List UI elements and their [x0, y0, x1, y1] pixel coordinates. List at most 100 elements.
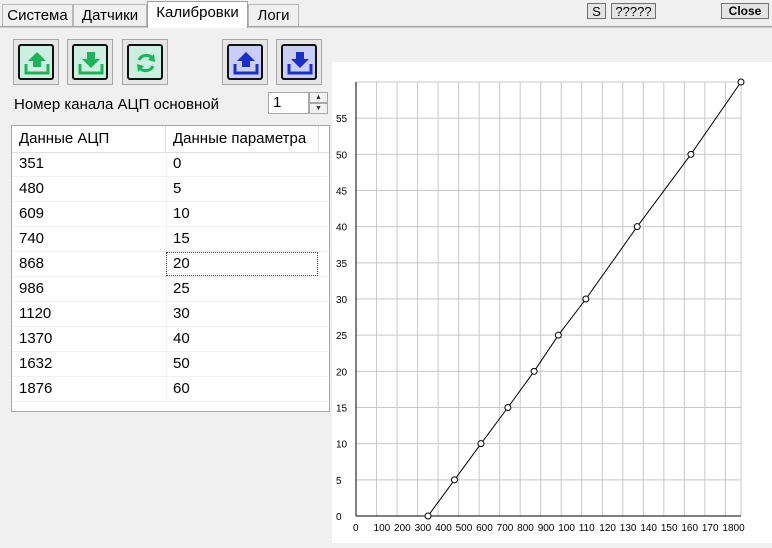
cell-adc[interactable]: 480 — [19, 177, 44, 201]
data-point — [633, 223, 641, 231]
y-tick-label: 50 — [336, 150, 348, 161]
y-tick-label: 35 — [336, 259, 348, 270]
tab-calibrations[interactable]: Калибровки — [147, 1, 248, 28]
data-point — [504, 404, 512, 411]
tab-sensors[interactable]: Датчики — [73, 4, 147, 26]
x-tick-label: 170 — [702, 523, 719, 534]
cell-adc[interactable]: 609 — [19, 202, 44, 226]
x-tick-label: 900 — [538, 523, 555, 534]
table-row[interactable]: 1876 60 — [12, 377, 329, 402]
cell-parameter[interactable]: 50 — [173, 352, 190, 376]
cell-parameter[interactable]: 40 — [173, 327, 190, 351]
y-tick-label: 40 — [336, 223, 348, 234]
x-tick-label: 100 — [558, 523, 575, 534]
column-divider — [166, 302, 167, 327]
download-icon — [72, 44, 108, 80]
tab-logs[interactable]: Логи — [248, 4, 299, 26]
close-button[interactable]: Close — [721, 3, 769, 19]
column-header-adc[interactable]: Данные АЦП — [12, 126, 166, 152]
column-divider — [166, 177, 167, 202]
column-divider — [166, 327, 167, 352]
table-row[interactable]: 480 5 — [12, 177, 329, 202]
x-tick-label: 800 — [517, 523, 534, 534]
cell-parameter[interactable]: 30 — [173, 302, 190, 326]
table-row[interactable]: 868 20 — [12, 252, 329, 277]
column-divider — [166, 352, 167, 377]
x-tick-label: 120 — [599, 523, 616, 534]
x-tick-label: 110 — [579, 523, 595, 534]
download-button-2[interactable] — [276, 39, 322, 85]
upload-button-1[interactable] — [13, 39, 59, 85]
question-button[interactable]: ????? — [611, 3, 656, 19]
cell-adc[interactable]: 868 — [19, 252, 44, 276]
cell-adc[interactable]: 1370 — [19, 327, 52, 351]
chart-svg: 05101520253035404550550 100 200 300 400 500 60… — [336, 78, 745, 534]
upload-icon — [18, 44, 54, 80]
cell-parameter[interactable]: 10 — [173, 202, 190, 226]
cell-parameter[interactable]: 0 — [173, 152, 181, 176]
column-header-parameter[interactable]: Данные параметра — [167, 126, 319, 152]
calibration-panel: Номер канала АЦП основной 1 ▲ ▼ Данные А… — [0, 27, 772, 543]
x-tick-label: 200 — [394, 523, 411, 534]
cell-adc[interactable]: 986 — [19, 277, 44, 301]
y-tick-label: 0 — [336, 512, 342, 523]
column-divider — [166, 152, 167, 177]
x-tick-label: 600 — [476, 523, 493, 534]
data-point — [477, 440, 485, 448]
table-row[interactable]: 1632 50 — [12, 352, 329, 377]
table-row[interactable]: 351 0 — [12, 152, 329, 177]
data-point — [424, 512, 432, 520]
table-row[interactable]: 609 10 — [12, 202, 329, 227]
y-tick-label: 10 — [336, 440, 348, 451]
cell-adc[interactable]: 1120 — [19, 302, 51, 326]
y-tick-label: 30 — [336, 295, 348, 306]
cell-parameter[interactable]: 20 — [173, 252, 190, 276]
tab-bar: Система Датчики Калибровки Логи S ????? … — [0, 0, 772, 28]
y-tick-label: 55 — [336, 114, 348, 125]
y-tick-label: 45 — [336, 187, 348, 198]
data-point — [530, 367, 538, 375]
data-point — [451, 476, 459, 484]
data-point — [687, 150, 695, 158]
x-tick-label: 160 — [681, 523, 698, 534]
table-body: 351 0 480 5 609 10 740 15 868 20 986 25 1120 30 1370 40… — [12, 152, 329, 402]
x-tick-label: 130 — [620, 523, 637, 534]
column-divider — [166, 377, 167, 402]
x-tick-label: 300 — [415, 523, 432, 534]
cell-adc[interactable]: 740 — [19, 227, 44, 251]
x-tick-label: 500 — [456, 523, 473, 534]
y-tick-label: 20 — [336, 367, 348, 378]
adc-channel-input[interactable]: 1 — [268, 92, 309, 114]
cell-adc[interactable]: 1632 — [19, 352, 52, 376]
download-icon — [281, 44, 317, 80]
table-row[interactable]: 1370 40 — [12, 327, 329, 352]
refresh-icon — [127, 44, 163, 80]
s-button[interactable]: S — [587, 3, 606, 19]
x-tick-label: 1800 — [722, 523, 745, 534]
data-point — [554, 331, 562, 339]
x-tick-label: 700 — [497, 523, 514, 534]
download-button-1[interactable] — [67, 39, 113, 85]
upload-icon — [227, 44, 263, 80]
upload-button-2[interactable] — [222, 39, 268, 85]
x-tick-label: 100 — [374, 523, 391, 534]
cell-adc[interactable]: 351 — [19, 152, 44, 176]
cell-parameter[interactable]: 5 — [173, 177, 181, 201]
data-point — [737, 78, 745, 86]
tab-system[interactable]: Система — [2, 4, 73, 26]
adc-channel-label: Номер канала АЦП основной — [14, 96, 219, 113]
x-tick-label: 400 — [435, 523, 452, 534]
table-row[interactable]: 1120 30 — [12, 302, 329, 327]
cell-adc[interactable]: 1876 — [19, 377, 52, 401]
refresh-button[interactable] — [122, 39, 168, 85]
spin-up-button[interactable]: ▲ — [309, 92, 328, 103]
spin-down-button[interactable]: ▼ — [309, 103, 328, 114]
x-tick-label: 0 — [353, 523, 359, 534]
cell-parameter[interactable]: 60 — [173, 377, 190, 401]
table-row[interactable]: 986 25 — [12, 277, 329, 302]
table-row[interactable]: 740 15 — [12, 227, 329, 252]
cell-parameter[interactable]: 25 — [173, 277, 190, 301]
x-tick-label: 150 — [661, 523, 678, 534]
x-tick-label: 140 — [640, 523, 657, 534]
cell-parameter[interactable]: 15 — [173, 227, 190, 251]
